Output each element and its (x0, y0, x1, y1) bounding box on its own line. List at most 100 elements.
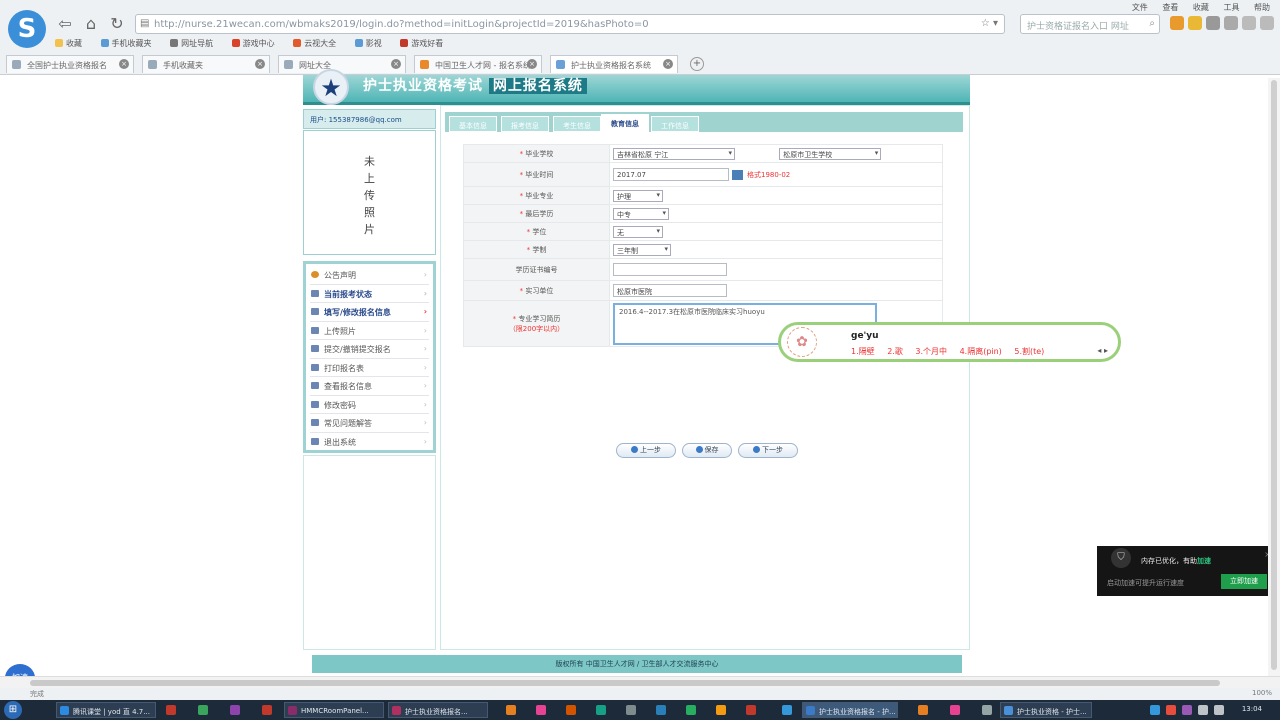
app-icon[interactable] (198, 705, 208, 715)
browser-tab[interactable]: 网址大全 × (278, 55, 406, 73)
tray-icon[interactable] (1182, 705, 1192, 715)
app-icon[interactable] (686, 705, 696, 715)
scroll-thumb[interactable] (1271, 80, 1277, 670)
tray-icon[interactable] (1150, 705, 1160, 715)
school-region-select[interactable]: 吉林省松原 宁江 (613, 147, 735, 160)
taskbar-item[interactable]: 腾讯课堂 | yod 直 4.7... (56, 702, 156, 718)
window-menu-item[interactable]: 查看 (1162, 3, 1178, 12)
app-icon[interactable] (566, 705, 576, 715)
network-icon[interactable] (1198, 705, 1208, 715)
search-icon[interactable]: ⌕ (1149, 18, 1155, 29)
cert-number-input[interactable] (613, 263, 727, 276)
app-icon[interactable] (982, 705, 992, 715)
download-icon[interactable] (1224, 16, 1238, 30)
taskbar-item[interactable]: HMMCRoomPanel... (284, 702, 384, 718)
menu-item-logout[interactable]: 退出系统 › (310, 433, 429, 452)
address-bar[interactable]: ▤ http://nurse.21wecan.com/wbmaks2019/lo… (135, 14, 1005, 34)
tab-work-info[interactable]: 工作信息 (651, 116, 699, 132)
menu-icon[interactable] (1206, 16, 1220, 30)
degree-select[interactable]: 无 (613, 225, 663, 238)
ime-candidate[interactable]: 2.歌 (887, 347, 903, 356)
menu-item-view-info[interactable]: 查看报名信息 › (310, 377, 429, 396)
close-tab-icon[interactable]: × (663, 59, 673, 69)
app-icon[interactable] (166, 705, 176, 715)
intern-unit-input[interactable]: 松原市医院 (613, 284, 727, 297)
prev-button[interactable]: 上一步 (616, 443, 676, 458)
window-menu-item[interactable]: 工具 (1223, 3, 1239, 12)
back-icon[interactable]: ⇦ (54, 14, 76, 34)
horizontal-scrollbar[interactable] (0, 676, 1280, 688)
app-icon[interactable] (262, 705, 272, 715)
taskbar-item[interactable]: 护士执业资格 - 护士... (1000, 702, 1092, 718)
app-icon[interactable] (506, 705, 516, 715)
bookmark-item[interactable]: 游戏好看 (400, 39, 443, 48)
app-icon[interactable] (716, 705, 726, 715)
close-tab-icon[interactable]: × (255, 59, 265, 69)
menu-item-upload-photo[interactable]: 上传照片 › (310, 322, 429, 340)
years-select[interactable]: 三年制 (613, 243, 671, 256)
app-icon[interactable] (782, 705, 792, 715)
app-icon[interactable] (918, 705, 928, 715)
school-name-select[interactable]: 松原市卫生学校 (779, 147, 882, 160)
ime-candidate[interactable]: 4.隔离(pin) (960, 347, 1002, 356)
browser-tab-active[interactable]: 护士执业资格报名系统 × (550, 55, 678, 73)
zoom-level[interactable]: 100% (1252, 689, 1272, 697)
education-select[interactable]: 中专 (613, 207, 669, 220)
close-tab-icon[interactable]: × (391, 59, 401, 69)
browser-tab[interactable]: 手机收藏夹 × (142, 55, 270, 73)
app-icon[interactable] (656, 705, 666, 715)
bookmark-item[interactable]: 影视 (354, 39, 382, 48)
close-tab-icon[interactable]: × (119, 59, 129, 69)
speedup-button[interactable]: 立即加速 (1221, 574, 1267, 589)
app-icon[interactable] (626, 705, 636, 715)
window-menu-item[interactable]: 文件 (1132, 3, 1148, 12)
major-select[interactable]: 护理 (613, 189, 663, 202)
more-icon[interactable] (1260, 16, 1274, 30)
browser-tab[interactable]: 中国卫生人才网 - 报名系统 × (414, 55, 542, 73)
tab-exam-info[interactable]: 报考信息 (501, 116, 549, 132)
menu-item-announcement[interactable]: 公告声明 › (310, 266, 429, 285)
new-tab-icon[interactable]: + (690, 57, 704, 71)
grad-date-input[interactable]: 2017.07 (613, 168, 729, 181)
menu-item-status[interactable]: 当前报考状态 › (310, 285, 429, 303)
taskbar-item-active[interactable]: 护士执业资格报名 - 护... (802, 702, 898, 718)
bookmark-item[interactable]: 收藏 (55, 39, 82, 48)
app-icon[interactable] (230, 705, 240, 715)
close-tab-icon[interactable]: × (527, 59, 537, 69)
taskbar-item[interactable]: 护士执业资格报名... (388, 702, 488, 718)
bookmark-item[interactable]: 手机收藏夹 (100, 39, 152, 48)
star-icon[interactable]: ☆ ▾ (981, 18, 998, 29)
menu-item-submit[interactable]: 提交/撤销提交报名 › (310, 340, 429, 359)
bookmark-item[interactable]: 云视大全 (293, 39, 336, 48)
browser-tab[interactable]: 全国护士执业资格报名 × (6, 55, 134, 73)
tab-education-info[interactable]: 教育信息 (601, 114, 649, 132)
tray-icon[interactable] (1166, 705, 1176, 715)
app-icon[interactable] (596, 705, 606, 715)
calendar-icon[interactable] (732, 169, 743, 180)
pin-icon[interactable] (1188, 16, 1202, 30)
tab-basic-info[interactable]: 基本信息 (449, 116, 497, 132)
save-button[interactable]: 保存 (682, 443, 732, 458)
menu-item-edit-info[interactable]: 填写/修改报名信息 › (310, 303, 429, 322)
refresh-icon[interactable]: ↻ (106, 14, 128, 34)
next-button[interactable]: 下一步 (738, 443, 798, 458)
menu-item-print[interactable]: 打印报名表 › (310, 359, 429, 377)
clock[interactable]: 13:04 (1242, 705, 1262, 713)
search-box[interactable]: 护士资格证报名入口 网址 ⌕ (1020, 14, 1160, 34)
vertical-scrollbar[interactable] (1268, 78, 1280, 676)
bookmark-item[interactable]: 游戏中心 (231, 39, 275, 48)
menu-item-change-password[interactable]: 修改密码 › (310, 396, 429, 414)
app-icon[interactable] (950, 705, 960, 715)
home-icon[interactable]: ⌂ (80, 14, 102, 34)
ime-candidate[interactable]: 1.隔壁 (851, 347, 875, 356)
app-icon[interactable] (746, 705, 756, 715)
window-menu-item[interactable]: 帮助 (1254, 3, 1270, 12)
window-menu-item[interactable]: 收藏 (1193, 3, 1209, 12)
extension-icon[interactable] (1170, 16, 1184, 30)
ime-page-arrows-icon[interactable]: ◂ ▸ (1097, 346, 1108, 355)
bookmark-item[interactable]: 网址导航 (170, 39, 213, 48)
menu-item-faq[interactable]: 常见问题解答 › (310, 414, 429, 433)
ime-candidate[interactable]: 3.个月中 (915, 347, 947, 356)
browser-logo-icon[interactable]: S (8, 10, 46, 48)
scroll-thumb[interactable] (30, 680, 1220, 686)
